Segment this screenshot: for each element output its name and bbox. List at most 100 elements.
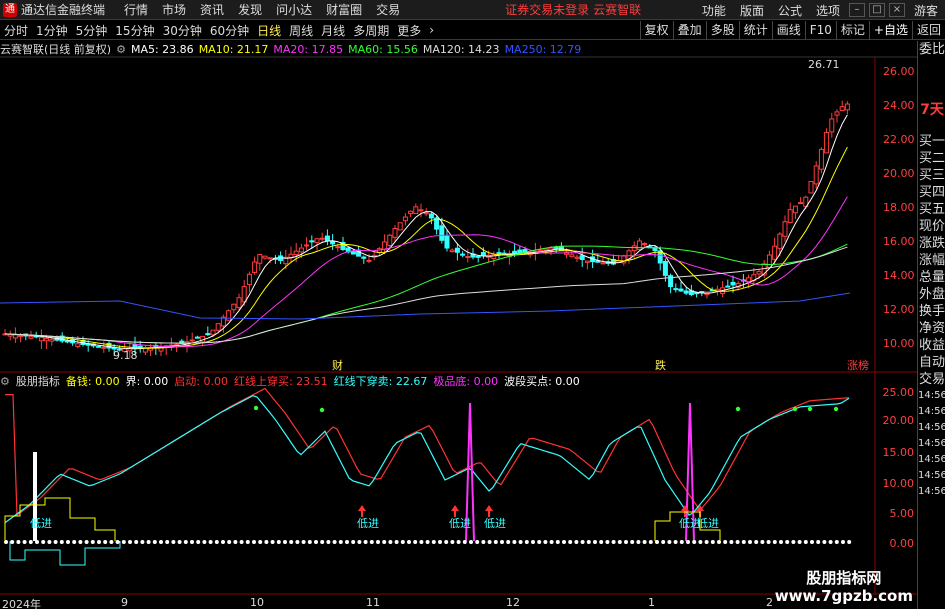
base-dot	[847, 540, 852, 544]
side-item[interactable]: 涨跌	[918, 235, 945, 252]
base-dot	[469, 540, 473, 544]
base-dot	[258, 540, 263, 544]
base-dot	[456, 540, 461, 544]
side-item[interactable]: 14:56	[918, 484, 945, 500]
candle-body	[813, 165, 819, 185]
side-item[interactable]: 收益	[918, 337, 945, 354]
base-dot	[159, 540, 163, 544]
marker-cai[interactable]: 财	[332, 358, 343, 372]
side-list: 买一 买二 买三 买四 买五 现价 涨跌 涨幅 总量 外盘 换手 净资 收益 自动 交易 14:56 14:56…	[918, 133, 945, 500]
side-item[interactable]: 14:56	[918, 420, 945, 436]
candle-body	[678, 288, 684, 292]
side-item[interactable]: 14:56	[918, 404, 945, 420]
base-dot	[239, 540, 244, 544]
high-price-label: 26.71	[808, 58, 840, 71]
base-dot	[797, 540, 802, 544]
side-item[interactable]: 14:56	[918, 436, 945, 452]
side-item[interactable]: 买二	[918, 150, 945, 167]
candle-body	[262, 255, 268, 259]
base-dot	[202, 540, 207, 544]
side-item[interactable]: 买一	[918, 133, 945, 150]
base-dot	[624, 540, 628, 544]
annotation-dijin: 低进	[357, 517, 379, 530]
side-item[interactable]: 总量	[918, 269, 945, 286]
candle-body	[210, 329, 216, 336]
side-item[interactable]: 买五	[918, 201, 945, 218]
base-dot	[661, 540, 666, 544]
base-dot	[704, 540, 709, 544]
side-item[interactable]: 现价	[918, 218, 945, 235]
signal-dot	[319, 407, 325, 413]
ma-line	[4, 196, 848, 348]
side-item[interactable]: 14:56	[918, 388, 945, 404]
base-dot	[264, 540, 269, 544]
candle-body	[475, 255, 481, 258]
base-dot	[121, 540, 126, 544]
base-dot	[636, 540, 641, 544]
base-dot	[22, 540, 27, 544]
low-price-label: 9.18	[113, 349, 138, 362]
side-item[interactable]: 净资	[918, 320, 945, 337]
base-dot	[190, 540, 194, 544]
base-dot	[90, 540, 95, 544]
side-item[interactable]: 涨幅	[918, 252, 945, 269]
base-dot	[357, 540, 362, 544]
candle-body	[330, 241, 336, 245]
side-item[interactable]: 14:56	[918, 468, 945, 484]
annotation-dijin: 低进	[449, 517, 471, 530]
marker-die[interactable]: 跌	[655, 358, 666, 372]
candle-body	[293, 250, 299, 256]
base-dot	[227, 540, 232, 544]
side-weibi[interactable]: 委比	[918, 41, 945, 58]
candle-body	[418, 209, 424, 212]
marker-zhangbang[interactable]: 涨榜	[847, 358, 869, 372]
base-dot	[810, 540, 814, 544]
candle-body	[792, 205, 798, 214]
buy-arrow-icon	[485, 505, 493, 517]
side-item[interactable]: 自动	[918, 354, 945, 371]
candle-body	[787, 209, 793, 224]
candle-body	[288, 253, 294, 258]
candle-body	[423, 212, 429, 215]
candle-body	[673, 288, 679, 291]
candle-body	[49, 338, 55, 342]
watermark-line1: 股朋指标网	[806, 569, 882, 587]
side-item[interactable]: 交易	[918, 371, 945, 388]
candle-body	[205, 333, 211, 336]
base-dot	[766, 540, 771, 544]
base-dot	[667, 540, 672, 544]
candle-body	[402, 216, 408, 222]
base-dot	[376, 540, 380, 544]
base-dot	[66, 540, 70, 544]
base-dot	[816, 540, 821, 544]
candle-body	[496, 252, 502, 255]
side-item[interactable]: 买四	[918, 184, 945, 201]
side-badge[interactable]: 7天	[918, 102, 945, 119]
kline-chart[interactable]: 26.71 9.18 财 跌 涨榜 低进 低进 低进 低进 低进 低进	[0, 0, 917, 609]
indicator-line	[4, 394, 850, 524]
side-item[interactable]: 14:56	[918, 452, 945, 468]
candles-group	[2, 100, 850, 359]
candle-body	[38, 337, 44, 342]
base-dot	[295, 540, 300, 544]
side-item[interactable]: 换手	[918, 303, 945, 320]
base-dot	[128, 540, 132, 544]
candle-body	[595, 260, 601, 263]
base-dot	[549, 540, 554, 544]
signal-dot	[807, 406, 813, 412]
base-dot	[741, 540, 746, 544]
base-dot	[605, 540, 610, 544]
base-dot	[332, 540, 337, 544]
side-item[interactable]: 外盘	[918, 286, 945, 303]
annotation-dijin: 低进	[484, 517, 506, 530]
candle-body	[413, 206, 419, 215]
side-item[interactable]: 买三	[918, 167, 945, 184]
candle-body	[600, 262, 606, 265]
base-dot	[208, 540, 213, 544]
base-dot	[692, 540, 697, 544]
base-dot	[419, 540, 424, 544]
base-dot	[574, 540, 579, 544]
base-dot	[729, 540, 734, 544]
candle-body	[818, 148, 824, 170]
base-dot	[394, 540, 399, 544]
